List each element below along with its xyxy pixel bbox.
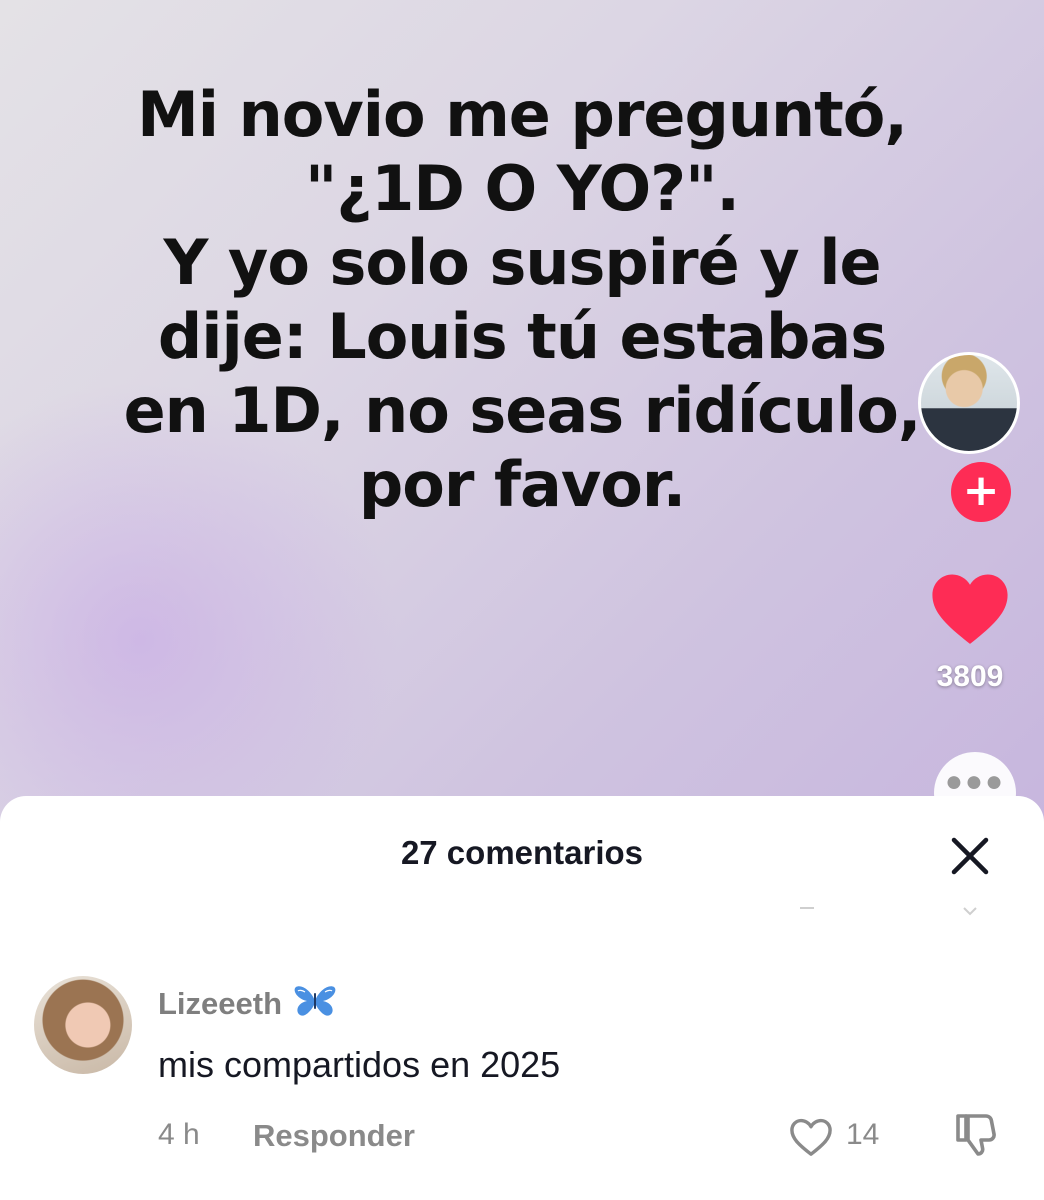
- comment-username[interactable]: Lizeeeth: [158, 984, 337, 1022]
- heart-icon[interactable]: [929, 570, 1011, 646]
- like-count: 3809: [936, 660, 1004, 693]
- comment-username-text[interactable]: Lizeeeth: [158, 986, 282, 1021]
- butterfly-icon: [294, 986, 336, 1016]
- comment-text: mis compartidos en 2025: [158, 1044, 561, 1085]
- scroll-indicator: [800, 907, 977, 916]
- comment-avatar[interactable]: [34, 976, 132, 1074]
- comment-like-count: 14: [846, 1118, 880, 1151]
- comment-timestamp: 4 h: [158, 1118, 200, 1151]
- follow-plus-icon[interactable]: +: [951, 462, 1011, 522]
- video-caption-text: Mi novio me preguntó, "¿1D O YO?". Y yo …: [123, 78, 922, 521]
- reply-button[interactable]: Responder: [253, 1118, 415, 1154]
- close-icon[interactable]: [946, 832, 994, 880]
- like-button[interactable]: 3809: [916, 570, 1024, 694]
- video-player[interactable]: Mi novio me preguntó, "¿1D O YO?". Y yo …: [0, 0, 1044, 830]
- comments-count-title: 27 comentarios: [400, 834, 644, 871]
- ellipsis-icon: ●●●: [944, 765, 1006, 798]
- creator-profile[interactable]: +: [916, 352, 1024, 522]
- thumbs-down-icon[interactable]: [952, 1110, 1000, 1160]
- creator-avatar[interactable]: [918, 352, 1020, 454]
- comments-sheet: 27 comentarios Lizeeeth mis compartidos …: [0, 796, 1044, 1200]
- heart-outline-icon[interactable]: [788, 1116, 834, 1158]
